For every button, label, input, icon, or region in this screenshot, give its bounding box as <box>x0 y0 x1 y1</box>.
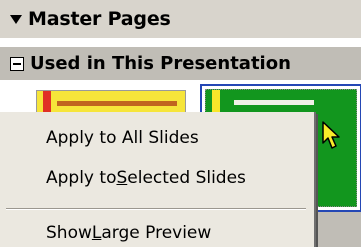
mouse-pointer-icon <box>322 121 340 149</box>
menu-item-apply-selected[interactable]: Apply to Selected Slides <box>0 160 316 196</box>
context-menu: Apply to All Slides Apply to Selected Sl… <box>0 112 316 247</box>
menu-item-show-large-preview[interactable]: Show Large Preview <box>0 215 316 247</box>
thumbnail-title-strip <box>57 101 177 106</box>
collapse-minus-icon[interactable] <box>10 56 24 71</box>
menu-item-label: Show <box>46 223 92 243</box>
master-pages-label: Master Pages <box>28 8 171 30</box>
menu-item-label: elected Slides <box>127 168 246 188</box>
menu-item-label: Apply to <box>46 168 117 188</box>
master-pages-header[interactable]: Master Pages <box>0 0 361 38</box>
used-in-presentation-header[interactable]: Used in This Presentation <box>0 47 361 80</box>
used-in-presentation-label: Used in This Presentation <box>30 53 291 74</box>
thumbnail-title-strip <box>234 100 314 105</box>
menu-separator <box>6 208 306 210</box>
panel-background-band <box>312 212 361 247</box>
collapse-triangle-icon[interactable] <box>10 15 22 24</box>
master-pages-panel: Master Pages Used in This Presentation A… <box>0 0 361 247</box>
menu-item-apply-all[interactable]: Apply to All Slides <box>0 120 316 156</box>
menu-item-label: Apply to All Slides <box>46 128 199 148</box>
mnemonic-letter: L <box>91 223 102 243</box>
mnemonic-letter: S <box>116 168 128 188</box>
menu-item-label: arge Preview <box>101 223 212 243</box>
